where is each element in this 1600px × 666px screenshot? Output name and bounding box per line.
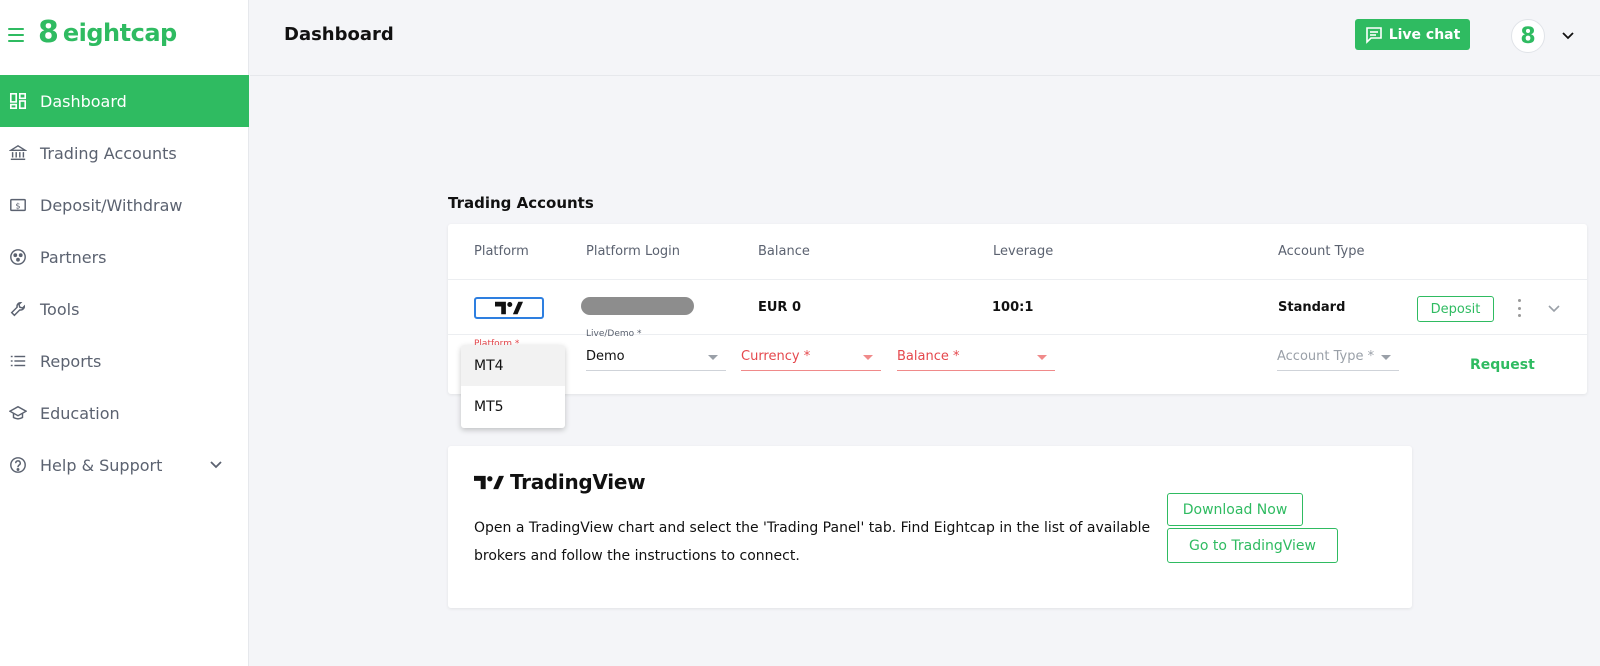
- tradingview-description: Open a TradingView chart and select the …: [474, 520, 1151, 564]
- chevron-down-icon[interactable]: [209, 457, 223, 471]
- svg-text:$: $: [15, 201, 20, 211]
- tradingview-logo-icon: [495, 301, 523, 315]
- top-header: Dashboard Live chat 8: [250, 0, 1600, 76]
- caret-down-icon: [1037, 355, 1047, 360]
- live-demo-select[interactable]: Live/Demo * Demo: [586, 329, 726, 371]
- tradingview-logo-icon: [474, 475, 504, 489]
- go-to-tradingview-button[interactable]: Go to TradingView: [1167, 528, 1338, 563]
- hamburger-menu-icon[interactable]: [8, 28, 24, 42]
- account-type-select[interactable]: Account Type *: [1277, 341, 1399, 371]
- platform-option-mt5[interactable]: MT5: [461, 386, 565, 427]
- sidebar-item-reports[interactable]: Reports: [0, 335, 249, 387]
- balance-placeholder: Balance *: [897, 349, 960, 364]
- sidebar-item-tools[interactable]: Tools: [0, 283, 249, 335]
- sidebar-item-label: Reports: [40, 351, 102, 371]
- leverage-value: 100:1: [992, 300, 1034, 315]
- sidebar-item-education[interactable]: Education: [0, 387, 249, 439]
- caret-down-icon: [863, 355, 873, 360]
- sidebar: 8 eightcap Dashboard Trading Accounts $ …: [0, 0, 249, 666]
- column-header-platform: Platform: [474, 244, 529, 259]
- field-underline: [1277, 370, 1399, 371]
- trading-accounts-title: Trading Accounts: [448, 194, 594, 212]
- balance-value: EUR 0: [758, 300, 802, 315]
- sidebar-item-label: Help & Support: [40, 455, 163, 475]
- column-header-platform-login: Platform Login: [586, 244, 681, 259]
- balance-select[interactable]: Balance *: [897, 341, 1055, 371]
- tradingview-platform-badge: [474, 297, 544, 319]
- wrench-icon: [8, 299, 28, 319]
- live-demo-value: Demo: [586, 349, 625, 364]
- sidebar-item-help-support[interactable]: Help & Support: [0, 439, 249, 491]
- sidebar-item-label: Education: [40, 403, 120, 423]
- currency-select[interactable]: Currency *: [741, 341, 881, 371]
- download-now-button[interactable]: Download Now: [1167, 493, 1303, 526]
- caret-down-icon: [1381, 355, 1391, 360]
- help-circle-icon: [8, 455, 28, 475]
- tradingview-logo: TradingView: [474, 470, 646, 494]
- brand-bar: 8 eightcap: [0, 0, 249, 74]
- column-header-leverage: Leverage: [993, 244, 1054, 259]
- caret-down-icon: [708, 355, 718, 360]
- logo-text: eightcap: [62, 19, 177, 47]
- sidebar-nav: Dashboard Trading Accounts $ Deposit/Wit…: [0, 75, 249, 491]
- chevron-down-icon[interactable]: [1548, 302, 1560, 314]
- dashboard-icon: [8, 91, 28, 111]
- column-header-account-type: Account Type: [1278, 244, 1365, 259]
- sidebar-item-deposit-withdraw[interactable]: $ Deposit/Withdraw: [0, 179, 249, 231]
- platform-login-redacted: [581, 297, 694, 315]
- more-options-icon[interactable]: [1516, 299, 1522, 317]
- tradingview-card: TradingView Open a TradingView chart and…: [448, 446, 1412, 608]
- trading-accounts-table: Platform Platform Login Balance Leverage…: [448, 224, 1587, 394]
- avatar[interactable]: 8: [1511, 19, 1545, 53]
- list-icon: [8, 351, 28, 371]
- sidebar-item-label: Partners: [40, 247, 107, 267]
- platform-dropdown-menu: MT4 MT5: [461, 345, 565, 428]
- logo-mark: 8: [38, 15, 59, 50]
- dollar-note-icon: $: [8, 195, 28, 215]
- page-title: Dashboard: [284, 24, 394, 45]
- platform-option-mt4[interactable]: MT4: [461, 345, 565, 386]
- eightcap-logo[interactable]: 8 eightcap: [38, 18, 177, 48]
- account-type-value: Standard: [1278, 300, 1346, 315]
- sidebar-item-label: Trading Accounts: [40, 143, 177, 163]
- sidebar-item-label: Dashboard: [40, 91, 127, 111]
- tradingview-logo-text: TradingView: [510, 470, 646, 494]
- sidebar-item-trading-accounts[interactable]: Trading Accounts: [0, 127, 249, 179]
- column-header-balance: Balance: [758, 244, 810, 259]
- request-button[interactable]: Request: [1470, 357, 1535, 373]
- currency-placeholder: Currency *: [741, 349, 811, 364]
- divider: [448, 279, 1587, 280]
- partners-icon: [8, 247, 28, 267]
- live-chat-label: Live chat: [1388, 26, 1461, 43]
- chevron-down-icon[interactable]: [1561, 28, 1575, 42]
- field-underline: [586, 370, 726, 371]
- graduation-cap-icon: [8, 403, 28, 423]
- account-type-placeholder: Account Type *: [1277, 349, 1375, 364]
- field-underline: [897, 370, 1055, 371]
- field-underline: [741, 370, 881, 371]
- deposit-button[interactable]: Deposit: [1417, 296, 1494, 322]
- live-chat-button[interactable]: Live chat: [1355, 19, 1470, 50]
- sidebar-item-partners[interactable]: Partners: [0, 231, 249, 283]
- sidebar-item-label: Tools: [40, 299, 80, 319]
- sidebar-item-dashboard[interactable]: Dashboard: [0, 75, 249, 127]
- chat-icon: [1365, 26, 1382, 44]
- sidebar-item-label: Deposit/Withdraw: [40, 195, 183, 215]
- live-demo-label: Live/Demo *: [586, 329, 642, 339]
- bank-icon: [8, 143, 28, 163]
